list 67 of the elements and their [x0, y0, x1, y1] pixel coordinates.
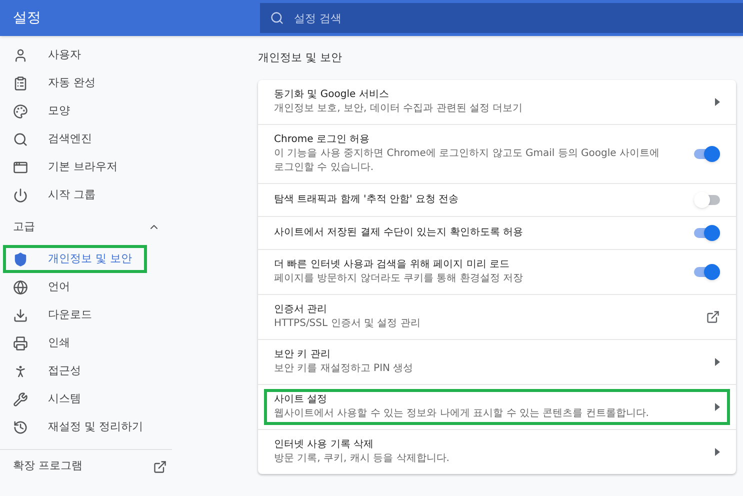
setting-description: 웹사이트에서 사용할 수 있는 정보와 나에게 표시할 수 있는 콘텐츠를 컨트롤합니다.	[274, 407, 650, 421]
search-field[interactable]: 설정 검색	[260, 3, 743, 33]
sidebar-item[interactable]: 시작 그룹	[0, 181, 96, 209]
section-title: 개인정보 및 보안	[258, 50, 343, 66]
setting-row[interactable]: 더 빠른 인터넷 사용과 검색을 위해 페이지 미리 로드 페이지를 방문하지 않더라도 쿠키를 통해 환경설정 저장	[258, 250, 736, 294]
setting-row[interactable]: 탐색 트래픽과 함께 '추적 안함' 요청 전송	[258, 184, 736, 216]
app-title: 설정	[12, 8, 42, 28]
power-icon	[13, 188, 28, 202]
setting-description: 방문 기록, 쿠키, 캐시 등을 삭제합니다.	[274, 452, 450, 466]
setting-description: 보안 키를 재설정하고 PIN 생성	[274, 362, 414, 376]
extensions-link[interactable]: 확장 프로그램	[13, 458, 82, 475]
browser-window-icon	[13, 160, 28, 174]
setting-title: 동기화 및 Google 서비스	[274, 88, 390, 102]
toggle-switch[interactable]	[694, 146, 720, 162]
wrench-icon	[13, 392, 28, 406]
setting-description: 페이지를 방문하지 않더라도 쿠키를 통해 환경설정 저장	[274, 272, 524, 286]
setting-row[interactable]: 사이트에서 저장된 결제 수단이 있는지 확인하도록 허용	[258, 217, 736, 249]
sidebar-item[interactable]: 인쇄	[0, 329, 70, 357]
setting-description: HTTPS/SSL 인증서 및 설정 관리	[274, 317, 422, 331]
setting-description: 이 기능을 사용 중지하면 Chrome에 로그인하지 않고도 Gmail 등의 Google 사이트에 로그인할 수 있습니다.	[274, 147, 660, 175]
setting-title: 인터넷 사용 기록 삭제	[274, 438, 375, 452]
setting-description: 개인정보 보호, 보안, 데이터 수집과 관련된 설정 더보기	[274, 102, 524, 116]
external-link-icon	[153, 460, 167, 474]
sidebar-item[interactable]: 재설정 및 정리하기	[0, 413, 143, 441]
section-heading: 고급	[13, 218, 35, 235]
arrow-icon	[715, 98, 720, 106]
palette-icon	[13, 104, 28, 118]
history-icon	[13, 420, 28, 434]
sidebar-item[interactable]: 접근성	[0, 357, 81, 385]
setting-title: 사이트에서 저장된 결제 수단이 있는지 확인하도록 허용	[274, 226, 524, 240]
setting-title: 사이트 설정	[274, 393, 328, 407]
setting-title: 보안 키 관리	[274, 348, 332, 362]
sidebar-item[interactable]: 다운로드	[0, 301, 92, 329]
arrow-icon	[715, 448, 720, 456]
setting-title: 탐색 트래픽과 함께 '추적 안함' 요청 전송	[274, 193, 460, 207]
accessibility-icon	[13, 364, 28, 378]
setting-title: 인증서 관리	[274, 303, 328, 317]
sidebar-item[interactable]: 개인정보 및 보안	[3, 245, 132, 273]
sidebar-item[interactable]: 사용자	[0, 41, 81, 69]
setting-row[interactable]: 인터넷 사용 기록 삭제 방문 기록, 쿠키, 캐시 등을 삭제합니다.	[258, 430, 736, 474]
sidebar-item[interactable]: 시스템	[0, 385, 81, 413]
clipboard-icon	[13, 76, 28, 90]
toggle-switch[interactable]	[694, 192, 720, 208]
arrow-icon	[715, 358, 720, 366]
globe-icon	[13, 280, 28, 294]
person-icon	[13, 48, 28, 62]
toggle-switch[interactable]	[694, 264, 720, 280]
search-icon	[270, 11, 284, 25]
sidebar-item[interactable]: 모양	[0, 97, 70, 125]
toggle-switch[interactable]	[694, 225, 720, 241]
setting-row[interactable]: Chrome 로그인 허용 이 기능을 사용 중지하면 Chrome에 로그인하지 않고도 Gmail 등의 Google 사이트에 로그인할 수 있습니다.	[258, 125, 736, 183]
download-icon	[13, 308, 28, 322]
arrow-icon	[715, 403, 720, 411]
sidebar-item[interactable]: 자동 완성	[0, 69, 96, 97]
sidebar-item[interactable]: 언어	[0, 273, 70, 301]
printer-icon	[13, 336, 28, 350]
sidebar-item[interactable]: 검색엔진	[0, 125, 92, 153]
sidebar-item[interactable]: 기본 브라우저	[0, 153, 118, 181]
setting-row[interactable]: 보안 키 관리 보안 키를 재설정하고 PIN 생성	[258, 340, 736, 384]
setting-title: Chrome 로그인 허용	[274, 133, 371, 147]
shield-icon	[13, 252, 28, 266]
external-link-icon	[706, 310, 720, 324]
setting-row[interactable]: 인증서 관리 HTTPS/SSL 인증서 및 설정 관리	[258, 295, 736, 339]
setting-row[interactable]: 사이트 설정 웹사이트에서 사용할 수 있는 정보와 나에게 표시할 수 있는 콘텐츠를 컨트롤합니다.	[264, 389, 730, 425]
setting-title: 더 빠른 인터넷 사용과 검색을 위해 페이지 미리 로드	[274, 258, 510, 272]
setting-row[interactable]: 동기화 및 Google 서비스 개인정보 보호, 보안, 데이터 수집과 관련된 설정 더보기	[258, 80, 736, 124]
search-icon	[13, 132, 28, 146]
